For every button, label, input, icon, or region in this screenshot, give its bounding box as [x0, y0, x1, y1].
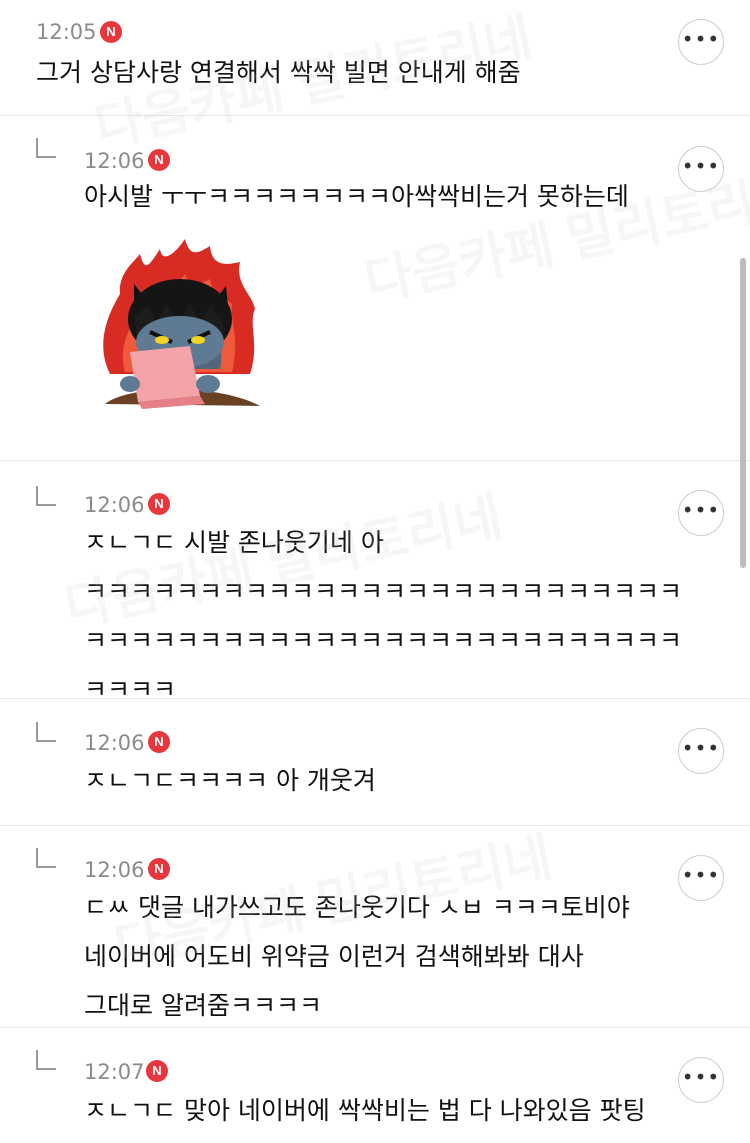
comment-time: 12:06	[84, 149, 145, 173]
comment-line: ㅈㄴㄱㄷ 맞아 네이버에 싹싹비는 법 다 나와있음 팟팅	[84, 1096, 646, 1125]
sticker-image	[103, 239, 260, 409]
comment-time: 12:06	[84, 731, 145, 755]
comment-line: 그거 상담사랑 연결해서 싹싹 빌면 안내게 해줌	[36, 58, 521, 87]
reply-arrow-icon	[36, 848, 56, 868]
more-options-button[interactable]: •••	[678, 1057, 724, 1103]
comment-item: 12:07 N ㅈㄴㄱㄷ 맞아 네이버에 싹싹비는 법 다 나와있음 팟팅 ••…	[0, 1028, 750, 1143]
comment-text: ㅈㄴㄱㄷㅋㅋㅋㅋ 아 개웃겨	[84, 756, 376, 805]
reply-arrow-icon	[36, 722, 56, 742]
comment-line: ㅈㄴㄱㄷㅋㅋㅋㅋ 아 개웃겨	[84, 766, 376, 795]
new-badge: N	[148, 731, 170, 753]
comment-item: 12:06 N 아시발 ㅜㅜㅋㅋㅋㅋㅋㅋㅋㅋ아싹싹비는거 못하는데 •••	[0, 116, 750, 461]
comment-item: 12:06 N ㅈㄴㄱㄷ 시발 존나웃기네 아 ㅋㅋㅋㅋㅋㅋㅋㅋㅋㅋㅋㅋㅋㅋㅋㅋ…	[0, 461, 750, 704]
comment-item: 12:06 N ㅈㄴㄱㄷㅋㅋㅋㅋ 아 개웃겨 •••	[0, 699, 750, 826]
reply-arrow-icon	[36, 486, 56, 506]
comment-line: ㄷㅆ 댓글 내가쓰고도 존나웃기다 ㅅㅂ ㅋㅋㅋ토비야	[84, 893, 630, 922]
comment-time: 12:07	[84, 1060, 145, 1084]
comment-text: 그거 상담사랑 연결해서 싹싹 빌면 안내게 해줌	[36, 48, 521, 97]
new-badge: N	[148, 493, 170, 515]
more-options-button[interactable]: •••	[678, 19, 724, 65]
comment-time: 12:05	[36, 20, 97, 44]
comment-line: 아시발 ㅜㅜㅋㅋㅋㅋㅋㅋㅋㅋ아싹싹비는거 못하는데	[84, 182, 629, 211]
scrollbar[interactable]	[740, 258, 746, 568]
new-badge: N	[100, 21, 122, 43]
more-options-button[interactable]: •••	[678, 728, 724, 774]
reply-arrow-icon	[36, 1050, 56, 1070]
comment-line: 그대로 알려줌ㅋㅋㅋㅋ	[84, 991, 322, 1020]
comment-text: ㅈㄴㄱㄷ 맞아 네이버에 싹싹비는 법 다 나와있음 팟팅	[84, 1086, 646, 1135]
comment-text: ㄷㅆ 댓글 내가쓰고도 존나웃기다 ㅅㅂ ㅋㅋㅋ토비야 네이버에 어도비 위약금…	[84, 883, 630, 1030]
more-options-button[interactable]: •••	[678, 490, 724, 536]
comment-line: ㅋㅋㅋㅋㅋㅋㅋㅋㅋㅋㅋㅋㅋㅋㅋㅋㅋㅋㅋㅋㅋㅋㅋㅋㅋㅋ	[84, 626, 683, 655]
comment-item: 12:05 N 그거 상담사랑 연결해서 싹싹 빌면 안내게 해줌 •••	[0, 0, 750, 116]
new-badge: N	[146, 1060, 168, 1082]
comment-time: 12:06	[84, 858, 145, 882]
more-options-button[interactable]: •••	[678, 855, 724, 901]
comment-item: 12:06 N ㄷㅆ 댓글 내가쓰고도 존나웃기다 ㅅㅂ ㅋㅋㅋ토비야 네이버에…	[0, 826, 750, 1028]
reply-arrow-icon	[36, 138, 56, 158]
new-badge: N	[148, 149, 170, 171]
more-options-button[interactable]: •••	[678, 146, 724, 192]
comment-text: 아시발 ㅜㅜㅋㅋㅋㅋㅋㅋㅋㅋ아싹싹비는거 못하는데	[84, 172, 629, 221]
comment-line: ㅋㅋㅋㅋㅋㅋㅋㅋㅋㅋㅋㅋㅋㅋㅋㅋㅋㅋㅋㅋㅋㅋㅋㅋㅋㅋ	[84, 577, 683, 606]
comment-time: 12:06	[84, 493, 145, 517]
comment-line: ㅈㄴㄱㄷ 시발 존나웃기네 아	[84, 528, 384, 557]
comment-text: ㅈㄴㄱㄷ 시발 존나웃기네 아 ㅋㅋㅋㅋㅋㅋㅋㅋㅋㅋㅋㅋㅋㅋㅋㅋㅋㅋㅋㅋㅋㅋㅋㅋ…	[84, 518, 682, 714]
comment-line: 네이버에 어도비 위약금 이런거 검색해봐봐 대사	[84, 942, 584, 971]
new-badge: N	[148, 858, 170, 880]
angry-cat-laptop-sticker	[90, 234, 270, 414]
